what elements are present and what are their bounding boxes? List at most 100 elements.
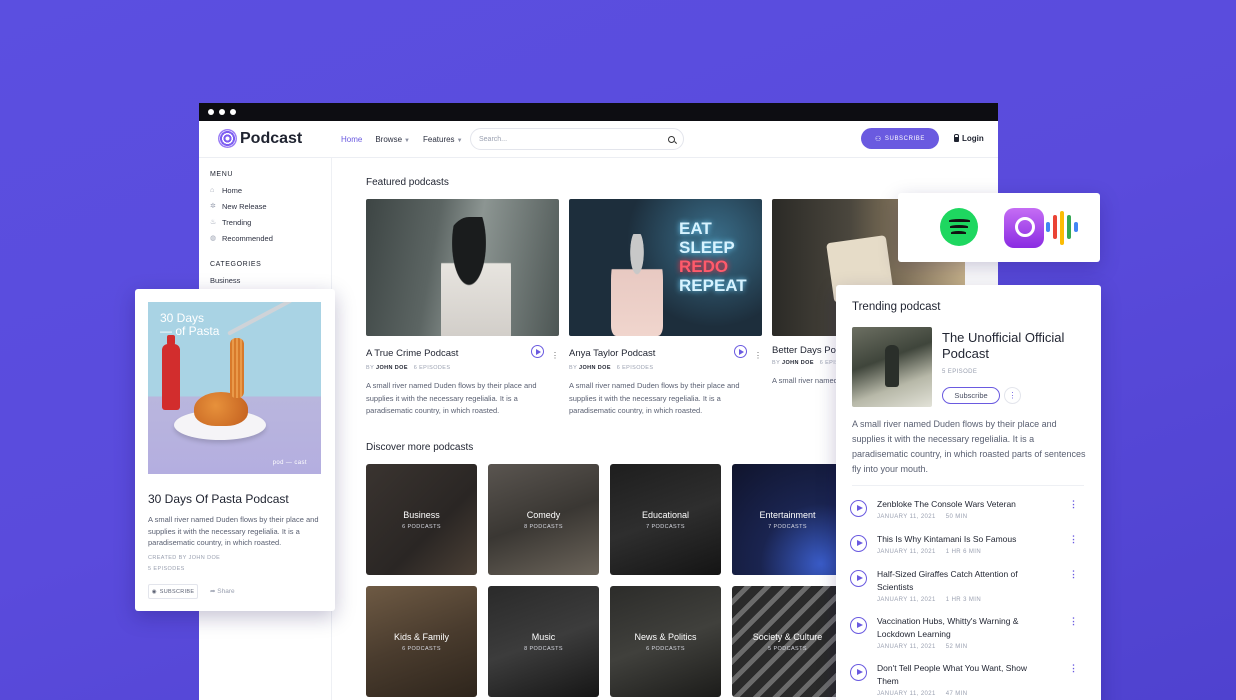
play-icon[interactable] [531, 345, 544, 358]
divider [852, 485, 1084, 486]
podcast-cover-image[interactable] [852, 327, 932, 407]
more-vertical-icon[interactable]: ⋮ [1069, 616, 1078, 627]
episode-title[interactable]: Don't Tell People What You Want, Show Th… [877, 662, 1047, 688]
category-name: Comedy [526, 509, 561, 520]
play-icon[interactable] [850, 535, 867, 552]
sidebar-item-label: New Release [222, 202, 267, 211]
spotify-wave [951, 231, 966, 234]
meta-by: BY [772, 360, 781, 366]
category-tile-kids-family[interactable]: Kids & Family 6 PODCASTS [366, 586, 477, 697]
nav-links: Home Browse ▼ Features ▼ [341, 135, 463, 144]
episode-duration: 50 MIN [945, 514, 968, 520]
category-tile-comedy[interactable]: Comedy 8 PODCASTS [488, 464, 599, 575]
episode-title[interactable]: Zenbloke The Console Wars Veteran [877, 498, 1047, 511]
category-name: News & Politics [634, 631, 697, 642]
episode-duration: 47 MIN [945, 691, 968, 697]
sidebar-item-label: Business [210, 276, 241, 285]
spotify-icon[interactable] [940, 208, 978, 246]
browser-titlebar [199, 103, 998, 121]
podcast-title[interactable]: A True Crime Podcast ⋮ [366, 345, 559, 361]
search-icon[interactable] [668, 135, 675, 143]
podcast-description-text: A small river named Duden flows by their… [772, 376, 836, 385]
megaphone-icon: ✲ [210, 203, 216, 210]
subscribe-button-label: SUBSCRIBE [884, 135, 925, 142]
podcast-author[interactable]: JOHN DOE [579, 365, 611, 371]
category-tile-educational[interactable]: Educational 7 PODCASTS [610, 464, 721, 575]
podcast-title[interactable]: The Unofficial Official Podcast [942, 330, 1092, 362]
podcast-title[interactable]: 30 Days Of Pasta Podcast [148, 492, 289, 506]
sidebar-item-label: Trending [222, 218, 252, 227]
podcast-cover-image[interactable] [366, 199, 559, 336]
category-tile-business[interactable]: Business 6 PODCASTS [366, 464, 477, 575]
episode-date: JANUARY 11, 2021 [877, 691, 936, 697]
podcast-meta: BY JOHN DOE 6 EPISODES [569, 365, 762, 371]
google-podcasts-icon[interactable] [1046, 211, 1078, 245]
more-vertical-icon[interactable]: ⋮ [1004, 387, 1021, 404]
podcast-meta: BY JOHN DOE 6 EPISODES [366, 365, 559, 371]
play-icon[interactable] [850, 617, 867, 634]
login-link[interactable]: Login [954, 134, 984, 143]
google-bar [1053, 215, 1057, 239]
more-vertical-icon[interactable]: ⋮ [1069, 569, 1078, 580]
podcast-title[interactable]: Anya Taylor Podcast ⋮ [569, 345, 762, 361]
search-input[interactable]: Search... [470, 128, 684, 150]
play-icon[interactable] [734, 345, 747, 358]
category-name: Society & Culture [752, 631, 823, 642]
more-vertical-icon[interactable]: ⋮ [1069, 663, 1078, 674]
google-bar [1046, 222, 1050, 232]
window-dot[interactable] [208, 109, 214, 115]
podcast-cover-image[interactable]: 30 Days — of Pasta pod — cast [148, 302, 321, 474]
spotify-wave [950, 225, 968, 228]
ketchup-bottle-illustration [162, 335, 180, 410]
category-tile-news-politics[interactable]: News & Politics 6 PODCASTS [610, 586, 721, 697]
episode-date: JANUARY 11, 2021 [877, 597, 936, 603]
nav-home[interactable]: Home [341, 135, 362, 144]
podcast-description: A small river named Duden flows by their… [366, 381, 537, 415]
google-bar [1074, 222, 1078, 232]
platforms-card [898, 193, 1100, 262]
subscribe-button[interactable]: ◉ SUBSCRIBE [148, 584, 198, 599]
discover-title: Discover more podcasts [366, 442, 474, 453]
episode-title[interactable]: Half-Sized Giraffes Catch Attention of S… [877, 568, 1047, 594]
pasta-podcast-card[interactable]: 30 Days — of Pasta pod — cast 30 Days Of… [135, 289, 335, 611]
episode-title[interactable]: This Is Why Kintamani Is So Famous [877, 533, 1047, 546]
more-vertical-icon[interactable]: ⋮ [754, 351, 762, 360]
share-button[interactable]: ➦ Share [210, 587, 235, 595]
nav-features[interactable]: Features ▼ [423, 135, 463, 144]
window-dot[interactable] [219, 109, 225, 115]
play-icon[interactable] [850, 664, 867, 681]
featured-card[interactable]: EAT SLEEP REDO REPEAT Anya Taylor Podcast ⋮… [569, 199, 762, 418]
category-tile-music[interactable]: Music 8 PODCASTS [488, 586, 599, 697]
subscribe-button[interactable]: Subscribe [942, 387, 1000, 404]
play-icon[interactable] [850, 570, 867, 587]
more-vertical-icon[interactable]: ⋮ [551, 351, 559, 360]
sidebar-item-trending[interactable]: ♨ Trending [210, 218, 251, 227]
sidebar-category-business[interactable]: Business [210, 276, 240, 285]
window-dot[interactable] [230, 109, 236, 115]
subscribe-button[interactable]: ⚇ SUBSCRIBE [861, 128, 939, 149]
episode-count: 6 EPISODES [413, 365, 451, 371]
podcast-actions: ⋮ [734, 345, 762, 361]
logo[interactable]: Podcast [218, 129, 302, 148]
play-icon[interactable] [850, 500, 867, 517]
category-tile-society-culture[interactable]: Society & Culture 5 PODCASTS [732, 586, 843, 697]
podcast-cover-image[interactable]: EAT SLEEP REDO REPEAT [569, 199, 762, 336]
episode-meta: JANUARY 11, 2021 50 MIN [877, 514, 968, 520]
sidebar-item-new-release[interactable]: ✲ New Release [210, 202, 267, 211]
nav-browse[interactable]: Browse ▼ [375, 135, 410, 144]
episode-meta: JANUARY 11, 2021 47 MIN [877, 691, 968, 697]
episode-title[interactable]: Vaccination Hubs, Whitty's Warning & Loc… [877, 615, 1047, 641]
category-tile-entertainment[interactable]: Entertainment 7 PODCASTS [732, 464, 843, 575]
apple-podcasts-icon[interactable] [1004, 208, 1044, 248]
sidebar-item-recommended[interactable]: ◍ Recommended [210, 234, 273, 243]
share-icon: ➦ [210, 588, 216, 595]
more-vertical-icon[interactable]: ⋮ [1069, 534, 1078, 545]
subscribe-label: SUBSCRIBE [159, 588, 195, 595]
podcast-author[interactable]: JOHN DOE [376, 365, 408, 371]
more-vertical-icon[interactable]: ⋮ [1069, 499, 1078, 510]
podcast-description: A small river named Duden flows by their… [772, 375, 836, 388]
podcast-author[interactable]: JOHN DOE [782, 360, 814, 366]
episode-duration: 1 HR 6 MIN [945, 549, 982, 555]
featured-card[interactable]: A True Crime Podcast ⋮ BY JOHN DOE 6 EPI… [366, 199, 559, 418]
sidebar-item-home[interactable]: ⌂ Home [210, 186, 242, 195]
